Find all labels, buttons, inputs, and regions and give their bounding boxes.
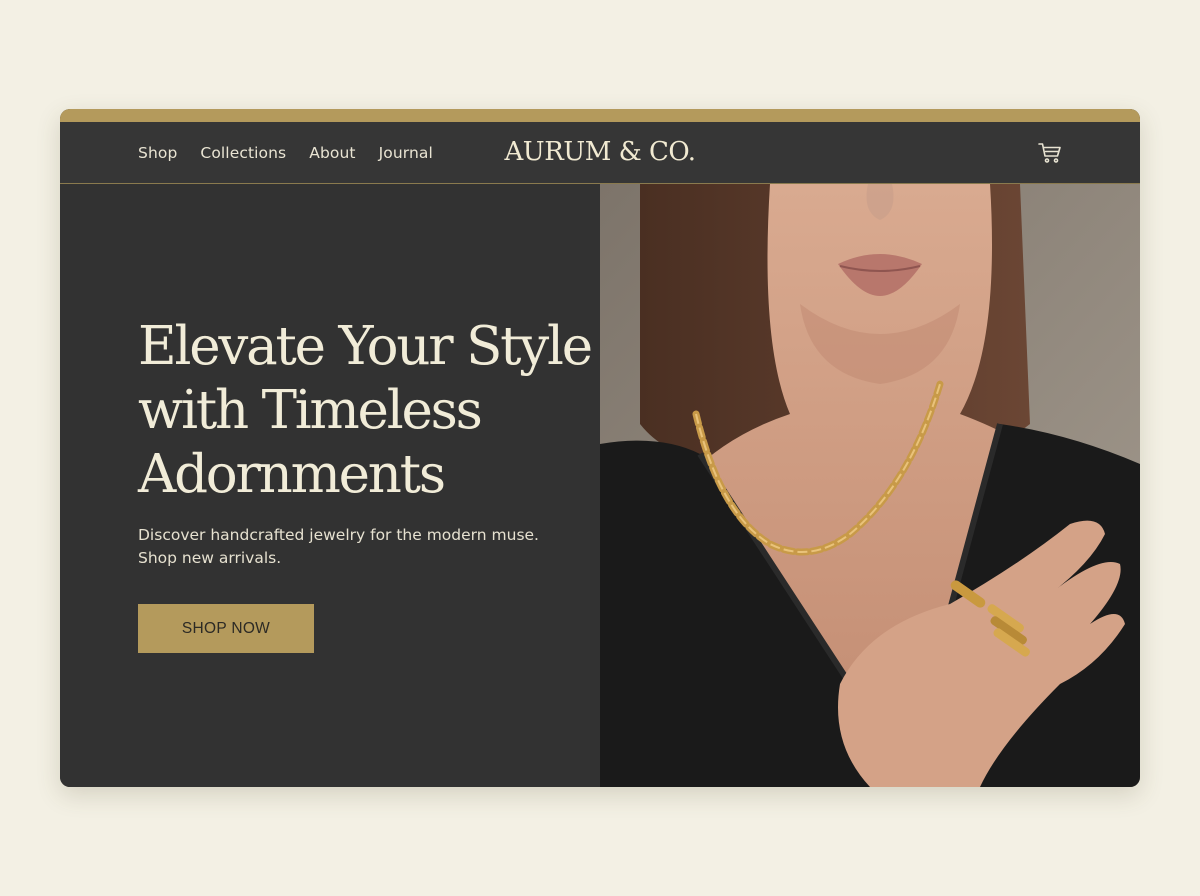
nav-link-collections[interactable]: Collections [200,144,286,162]
shop-now-button[interactable]: SHOP NOW [138,604,314,653]
hero-subtext-line-1: Discover handcrafted jewelry for the mod… [138,526,539,544]
hero-subtext: Discover handcrafted jewelry for the mod… [138,524,558,570]
hero-subtext-line-2: Shop new arrivals. [138,549,282,567]
hero-model-photo [600,184,1140,787]
nav-links: Shop Collections About Journal [138,122,433,183]
site-window: Shop Collections About Journal AURUM & C… [60,109,1140,787]
hero-headline: Elevate Your Style with Timeless Adornme… [138,316,593,505]
top-accent-bar [60,109,1140,122]
nav-link-shop[interactable]: Shop [138,144,177,162]
hero-text-panel: Elevate Your Style with Timeless Adornme… [60,184,600,787]
nav-link-journal[interactable]: Journal [379,144,433,162]
navbar: Shop Collections About Journal AURUM & C… [60,122,1140,184]
nav-link-about[interactable]: About [309,144,355,162]
shopping-cart-icon[interactable] [1037,140,1063,166]
